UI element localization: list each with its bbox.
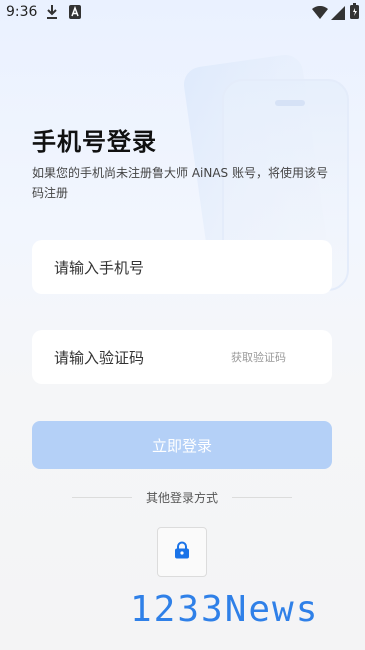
password-login-button[interactable]: [157, 527, 207, 577]
watermark-logo: 1233News: [130, 588, 320, 630]
phone-placeholder: 请输入手机号: [54, 259, 145, 277]
get-code-button[interactable]: 获取验证码: [231, 349, 286, 365]
other-login-divider: 其他登录方式: [72, 489, 292, 507]
a-icon: [68, 4, 82, 24]
wifi-icon: [312, 5, 328, 24]
signal-icon: [331, 5, 345, 24]
divider-line-right: [232, 497, 292, 498]
battery-icon: [350, 3, 359, 23]
lock-icon: [172, 540, 192, 564]
status-bar: 9:36: [0, 0, 365, 26]
download-icon: [45, 4, 59, 24]
login-button-label: 立即登录: [151, 436, 212, 455]
page-title: 手机号登录: [32, 128, 157, 156]
page-subtitle: 如果您的手机尚未注册鲁大师 AiNAS 账号，将使用该号码注册: [32, 166, 328, 200]
phone-field[interactable]: 请输入手机号: [32, 240, 332, 294]
verification-code-field[interactable]: 请输入验证码 获取验证码: [32, 330, 332, 384]
login-button[interactable]: 立即登录: [32, 421, 332, 469]
code-placeholder: 请输入验证码: [54, 349, 145, 367]
status-time: 9:36: [6, 4, 38, 20]
